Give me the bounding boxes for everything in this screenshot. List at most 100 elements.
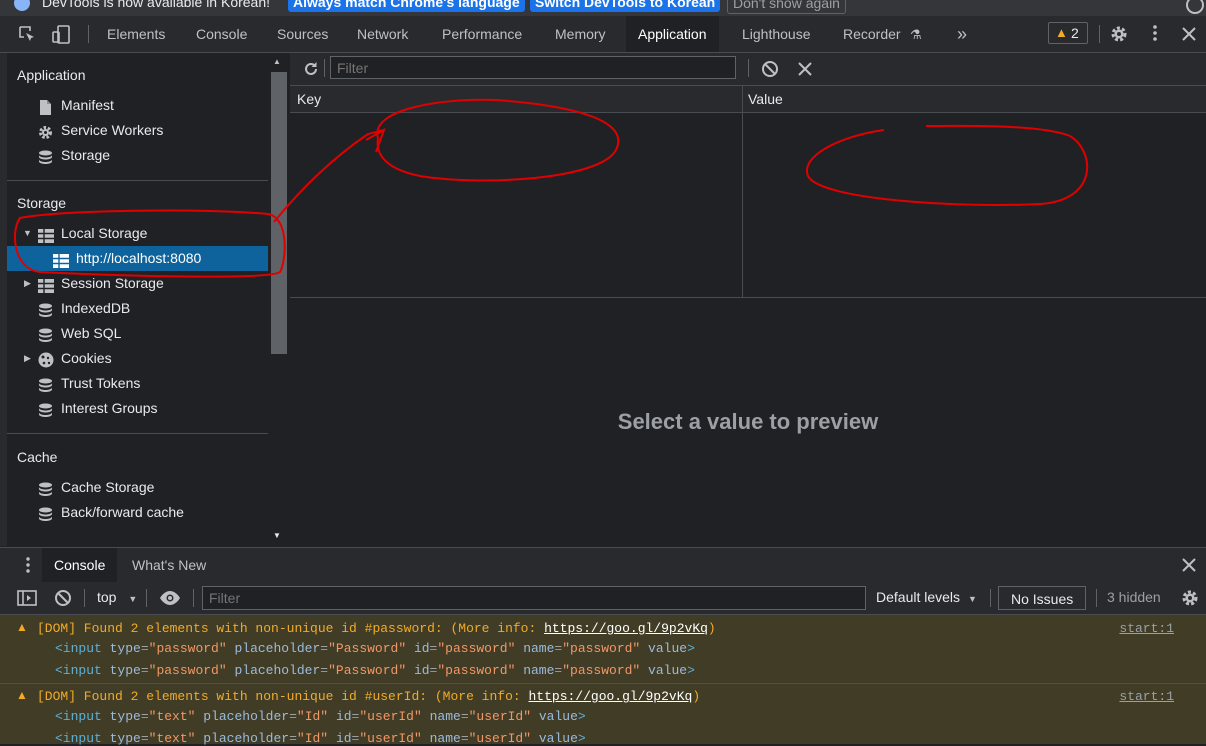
log-levels-dropdown[interactable]: Default levels ▼ (876, 589, 977, 605)
database-icon (38, 148, 53, 164)
storage-filter-input[interactable] (330, 56, 736, 79)
divider (1096, 589, 1097, 607)
column-header-value[interactable]: Value (748, 86, 783, 112)
divider (88, 25, 89, 43)
warnings-counter[interactable]: ▲ 2 (1048, 22, 1088, 44)
node-reference[interactable]: <input type="text" placeholder="Id" id="… (55, 731, 586, 746)
warning-paren: ) (692, 689, 701, 704)
tab-elements[interactable]: Elements (107, 16, 165, 52)
database-icon (38, 326, 53, 342)
table-icon (53, 251, 69, 268)
storage-grid-body[interactable] (290, 113, 1206, 297)
source-link[interactable]: start:1 (1119, 689, 1174, 704)
column-header-key[interactable]: Key (297, 86, 321, 112)
devtools-tabbar: Elements Console Sources Network Perform… (0, 16, 1206, 53)
sidebar-item-cache-storage[interactable]: Cache Storage (7, 475, 268, 500)
tab-application[interactable]: Application (626, 16, 719, 52)
sidebar-item-web-sql[interactable]: Web SQL (7, 321, 268, 346)
device-toolbar-icon[interactable] (51, 25, 71, 45)
inspect-element-icon[interactable] (18, 25, 36, 43)
warning-text: [DOM] Found 2 elements with non-unique i… (37, 621, 716, 636)
dropdown-arrow-icon: ▼ (128, 594, 138, 604)
warning-icon: ▲ (16, 620, 28, 634)
clear-console-icon[interactable] (54, 589, 72, 607)
sidebar-item-localhost-8080[interactable]: http://localhost:8080 (7, 246, 268, 271)
drawer-tab-console[interactable]: Console (42, 548, 118, 582)
dont-show-again-button[interactable]: Don't show again (727, 0, 846, 14)
divider (324, 59, 325, 77)
sidebar-item-trust-tokens[interactable]: Trust Tokens (7, 371, 268, 396)
sidebar-item-storage[interactable]: Storage (7, 143, 268, 168)
sidebar-item-label: Web SQL (61, 325, 122, 341)
sidebar-item-interest-groups[interactable]: Interest Groups (7, 396, 268, 421)
close-drawer-icon[interactable] (1181, 557, 1197, 573)
tab-network[interactable]: Network (357, 16, 408, 52)
sidebar-item-label: Service Workers (61, 122, 164, 138)
expand-triangle-icon[interactable]: ▶ (24, 271, 31, 296)
warnings-count: 2 (1071, 25, 1079, 41)
sidebar-item-label: Interest Groups (61, 400, 158, 416)
tab-sources[interactable]: Sources (277, 16, 328, 52)
source-link[interactable]: start:1 (1119, 621, 1174, 636)
node-reference[interactable]: <input type="text" placeholder="Id" id="… (55, 709, 586, 724)
console-settings-gear-icon[interactable] (1180, 588, 1200, 608)
scroll-up-arrow-icon[interactable]: ▲ (273, 57, 281, 66)
sidebar-item-label: Back/forward cache (61, 504, 184, 520)
sidebar-item-manifest[interactable]: Manifest (7, 93, 268, 118)
tab-lighthouse[interactable]: Lighthouse (742, 16, 811, 52)
sidebar-item-indexeddb[interactable]: IndexedDB (7, 296, 268, 321)
flask-icon: ⚗ (910, 27, 922, 42)
live-expression-eye-icon[interactable] (159, 589, 181, 607)
section-title-application: Application (17, 67, 86, 83)
sidebar-item-local-storage[interactable]: ▼ Local Storage (7, 221, 268, 246)
column-divider (742, 86, 743, 297)
delete-selected-icon[interactable] (797, 61, 813, 77)
more-info-link[interactable]: https://goo.gl/9p2vKq (544, 621, 708, 636)
more-tabs-button[interactable]: » (957, 16, 967, 52)
drawer-tab-whats-new[interactable]: What's New (132, 548, 206, 582)
warning-text: [DOM] Found 2 elements with non-unique i… (37, 689, 700, 704)
dropdown-arrow-icon: ▼ (967, 594, 977, 604)
storage-grid-header: Key Value (290, 86, 1206, 113)
database-icon (38, 301, 53, 317)
sidebar-item-session-storage[interactable]: ▶ Session Storage (7, 271, 268, 296)
show-sidebar-icon[interactable] (17, 590, 37, 606)
more-info-link[interactable]: https://goo.gl/9p2vKq (528, 689, 692, 704)
tab-memory[interactable]: Memory (555, 16, 606, 52)
sidebar-item-service-workers[interactable]: Service Workers (7, 118, 268, 143)
hidden-count: 3 hidden (1107, 589, 1161, 605)
cookie-icon (38, 351, 54, 368)
divider (7, 180, 268, 181)
context-selector[interactable]: top ▼ (97, 589, 137, 605)
scroll-down-arrow-icon[interactable]: ▼ (273, 531, 281, 540)
table-icon (38, 276, 54, 293)
no-issues-button[interactable]: No Issues (998, 586, 1087, 610)
match-language-button[interactable]: Always match Chrome's language (288, 0, 525, 12)
node-reference[interactable]: <input type="password" placeholder="Pass… (55, 663, 695, 678)
sidebar-item-cookies[interactable]: ▶ Cookies (7, 346, 268, 371)
value-preview-placeholder: Select a value to preview (617, 409, 879, 434)
tab-console[interactable]: Console (196, 16, 247, 52)
console-filter-input[interactable] (202, 586, 866, 610)
expand-triangle-icon[interactable]: ▼ (23, 221, 32, 246)
database-icon (38, 376, 53, 392)
drawer-menu-icon[interactable] (22, 556, 34, 574)
close-devtools-icon[interactable] (1180, 25, 1198, 43)
refresh-icon[interactable] (301, 59, 321, 79)
expand-triangle-icon[interactable]: ▶ (24, 346, 31, 371)
tab-recorder[interactable]: Recorder (843, 16, 901, 52)
sidebar-item-back-forward-cache[interactable]: Back/forward cache (7, 500, 268, 525)
application-sidebar: Application Manifest Service Workers Sto… (7, 53, 268, 546)
warning-paren: ) (707, 621, 716, 636)
tab-performance[interactable]: Performance (442, 16, 522, 52)
divider (84, 589, 85, 607)
scrollbar-thumb[interactable] (271, 72, 287, 354)
settings-gear-icon[interactable] (1109, 24, 1129, 44)
close-infobar-icon[interactable] (1186, 0, 1204, 14)
node-reference[interactable]: <input type="password" placeholder="Pass… (55, 641, 695, 656)
divider (990, 589, 991, 607)
clear-all-icon[interactable] (761, 60, 779, 78)
switch-language-button[interactable]: Switch DevTools to Korean (530, 0, 721, 12)
sidebar-item-label: Session Storage (61, 275, 164, 291)
kebab-menu-icon[interactable] (1146, 23, 1164, 43)
